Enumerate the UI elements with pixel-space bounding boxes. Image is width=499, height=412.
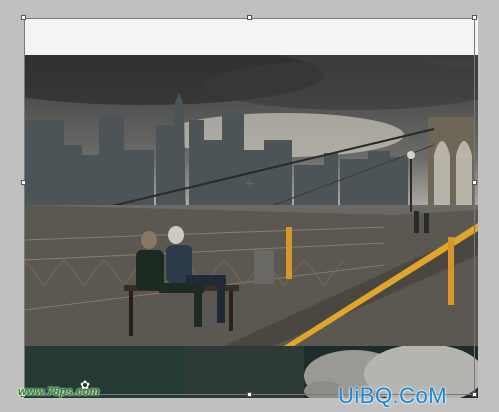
- brooklyn-bridge-photo[interactable]: [24, 55, 478, 346]
- transform-handle-top-center[interactable]: [247, 15, 252, 20]
- transform-handle-middle-left[interactable]: [21, 180, 26, 185]
- transform-center-point-icon[interactable]: [245, 179, 254, 188]
- empty-canvas-area: [24, 18, 478, 57]
- flower-icon: ✿: [80, 378, 91, 392]
- transform-handle-bottom-right[interactable]: [472, 392, 477, 397]
- watermark-right: UiBQ.CoM: [338, 383, 448, 408]
- transform-handle-top-left[interactable]: [21, 15, 26, 20]
- transform-handle-bottom-center[interactable]: [247, 392, 252, 397]
- transform-handle-middle-right[interactable]: [472, 180, 477, 185]
- transform-handle-top-right[interactable]: [472, 15, 477, 20]
- document-canvas[interactable]: [0, 0, 499, 412]
